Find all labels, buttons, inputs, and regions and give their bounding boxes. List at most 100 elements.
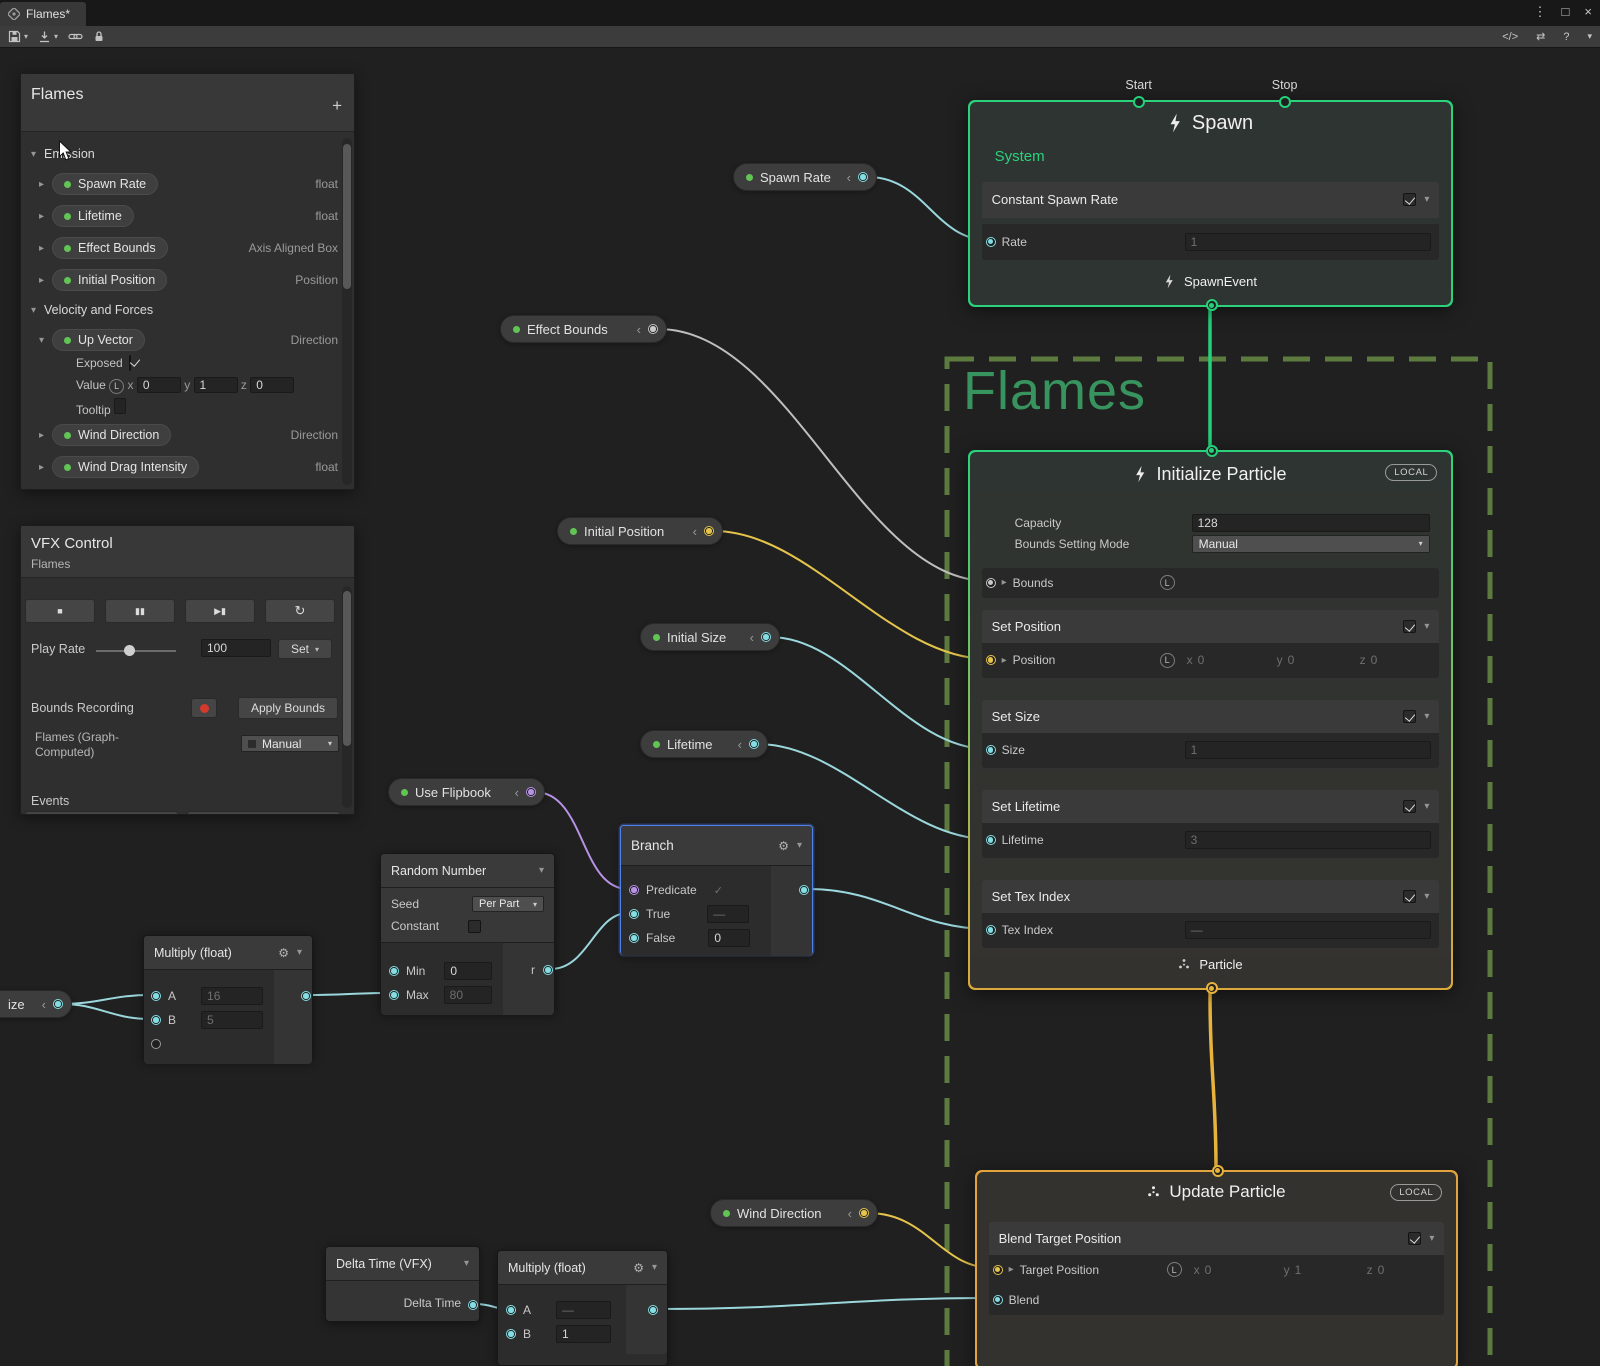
edge-size-to-b[interactable] xyxy=(62,1004,150,1019)
seed-dropdown[interactable]: Per Part ▾ xyxy=(472,896,544,912)
block-enabled-checkbox[interactable] xyxy=(1403,800,1416,813)
edge-multiply2-to-blend[interactable] xyxy=(655,1298,993,1309)
min-value-field[interactable]: 0 xyxy=(444,962,492,980)
block-set-size[interactable]: Set Size ▾ xyxy=(982,700,1440,733)
node-multiply-float-2[interactable]: Multiply (float) ⚙ ▾ A — B 1 xyxy=(497,1250,668,1366)
output-port[interactable] xyxy=(468,1300,478,1310)
output-port[interactable] xyxy=(648,1305,658,1315)
chevron-right-icon[interactable]: ▸ xyxy=(39,275,44,286)
rate-value-field[interactable]: 1 xyxy=(1185,233,1432,251)
exposed-checkbox[interactable] xyxy=(129,355,131,371)
chevron-down-icon[interactable]: ▾ xyxy=(1429,1233,1434,1244)
output-port[interactable] xyxy=(761,632,771,642)
blackboard-item-initial-position[interactable]: ▸ Initial Position Position xyxy=(21,264,354,296)
position-y[interactable]: y0 xyxy=(1277,653,1295,667)
b-value-field[interactable]: 1 xyxy=(556,1325,611,1343)
output-port[interactable] xyxy=(543,965,553,975)
blackboard-item-effect-bounds[interactable]: ▸ Effect Bounds Axis Aligned Box xyxy=(21,232,354,264)
chevron-right-icon[interactable]: ▸ xyxy=(39,462,44,473)
chevron-right-icon[interactable]: ▸ xyxy=(1002,655,1007,666)
tex-index-input-port[interactable] xyxy=(986,925,996,935)
block-enabled-checkbox[interactable] xyxy=(1408,1232,1421,1245)
step-button[interactable]: ▶▮ xyxy=(185,599,255,623)
a-value-field[interactable]: — xyxy=(556,1301,611,1319)
y-field[interactable]: 1 xyxy=(194,377,238,393)
category-velocity-and-forces[interactable]: ▾ Velocity and Forces xyxy=(21,296,354,324)
node-delta-time[interactable]: Delta Time (VFX) ▾ Delta Time xyxy=(325,1246,480,1322)
space-badge[interactable]: L xyxy=(1167,1262,1182,1277)
chevron-down-icon[interactable]: ▾ xyxy=(39,335,44,346)
a-value-field[interactable]: 16 xyxy=(201,987,263,1005)
set-button[interactable]: Set ▾ xyxy=(278,639,332,659)
output-port[interactable] xyxy=(858,172,868,182)
collapse-icon[interactable]: ‹ xyxy=(515,785,519,800)
lifetime-value-field[interactable]: 3 xyxy=(1185,831,1432,849)
block-enabled-checkbox[interactable] xyxy=(1403,890,1416,903)
output-port[interactable] xyxy=(526,787,536,797)
param-node-use-flipbook[interactable]: Use Flipbook ‹ xyxy=(388,778,545,806)
spawnevent-output-port[interactable] xyxy=(1206,299,1218,311)
chevron-down-icon[interactable]: ▾ xyxy=(1424,621,1429,632)
edge-random-to-true[interactable] xyxy=(551,913,628,969)
flow-port-start[interactable] xyxy=(1133,96,1145,108)
output-port[interactable] xyxy=(749,739,759,749)
collapse-icon[interactable]: ‹ xyxy=(42,997,46,1012)
x-field[interactable]: 0 xyxy=(137,377,181,393)
z-field[interactable]: 0 xyxy=(250,377,294,393)
tab-flames[interactable]: Flames* xyxy=(0,2,86,26)
min-input-port[interactable] xyxy=(389,966,399,976)
output-port[interactable] xyxy=(648,324,658,334)
stop-button[interactable]: ■ xyxy=(25,599,95,623)
edge-particle-to-update[interactable] xyxy=(1210,992,1216,1168)
collapse-icon[interactable]: ▾ xyxy=(464,1258,469,1269)
collapse-icon[interactable]: ▾ xyxy=(797,840,802,851)
block-set-lifetime[interactable]: Set Lifetime ▾ xyxy=(982,790,1440,823)
blackboard-item-up-vector[interactable]: ▾ Up Vector Direction xyxy=(21,324,354,356)
chevron-right-icon[interactable]: ▸ xyxy=(39,243,44,254)
blackboard-item-lifetime[interactable]: ▸ Lifetime float xyxy=(21,200,354,232)
block-set-tex-index[interactable]: Set Tex Index ▾ xyxy=(982,880,1440,913)
block-blend-target-position[interactable]: Blend Target Position ▾ xyxy=(989,1222,1445,1255)
bounds-mode-dropdown[interactable]: Manual ▾ xyxy=(1192,535,1430,553)
node-random-number[interactable]: Random Number ▾ Seed Per Part ▾ Constant… xyxy=(380,853,555,1013)
block-enabled-checkbox[interactable] xyxy=(1403,710,1416,723)
tooltip-field[interactable] xyxy=(114,398,126,414)
true-input-port[interactable] xyxy=(629,909,639,919)
onplay-button[interactable]: OnPlay xyxy=(25,811,178,815)
true-value-field[interactable]: — xyxy=(707,905,749,923)
onstop-button[interactable]: OnStop xyxy=(187,811,340,815)
link-toggle[interactable] xyxy=(68,30,83,43)
size-value-field[interactable]: 1 xyxy=(1185,741,1432,759)
blackboard-item-wind-drag-intensity[interactable]: ▸ Wind Drag Intensity float xyxy=(21,451,354,483)
play-rate-slider-thumb[interactable] xyxy=(124,645,135,656)
play-rate-slider-track[interactable] xyxy=(96,650,176,652)
flow-port-stop[interactable] xyxy=(1279,96,1291,108)
record-button[interactable] xyxy=(191,698,217,718)
param-node-lifetime[interactable]: Lifetime ‹ xyxy=(640,730,768,758)
collapse-icon[interactable]: ▾ xyxy=(652,1262,657,1273)
output-port[interactable] xyxy=(799,885,809,895)
block-set-position[interactable]: Set Position ▾ xyxy=(982,610,1440,643)
play-rate-field[interactable]: 100 xyxy=(201,639,271,657)
close-icon[interactable]: × xyxy=(1584,4,1592,20)
block-enabled-checkbox[interactable] xyxy=(1403,193,1416,206)
local-space-badge[interactable]: LOCAL xyxy=(1385,464,1437,481)
blackboard-item-wind-direction[interactable]: ▸ Wind Direction Direction xyxy=(21,419,354,451)
b-input-port[interactable] xyxy=(151,1015,161,1025)
param-node-effect-bounds[interactable]: Effect Bounds ‹ xyxy=(500,315,667,343)
compile-settings-icon[interactable]: ⇄ xyxy=(1536,30,1545,43)
target-position-input-port[interactable] xyxy=(993,1265,1003,1275)
position-x[interactable]: x0 xyxy=(1187,653,1205,667)
node-multiply-float-1[interactable]: Multiply (float) ⚙ ▾ A 16 B 5 xyxy=(143,935,313,1061)
output-port[interactable] xyxy=(301,991,311,1001)
block-enabled-checkbox[interactable] xyxy=(1403,620,1416,633)
collapse-icon[interactable]: ‹ xyxy=(848,1206,852,1221)
output-port[interactable] xyxy=(53,999,63,1009)
blackboard-scrollbar[interactable] xyxy=(342,138,352,485)
restart-button[interactable]: ↻ xyxy=(265,599,335,623)
save-as-button[interactable]: ▾ xyxy=(38,30,58,43)
save-button[interactable]: ▾ xyxy=(8,30,28,43)
local-space-badge[interactable]: LOCAL xyxy=(1390,1184,1442,1201)
edge-branch-to-tex-index[interactable] xyxy=(808,889,988,929)
lifetime-input-port[interactable] xyxy=(986,835,996,845)
